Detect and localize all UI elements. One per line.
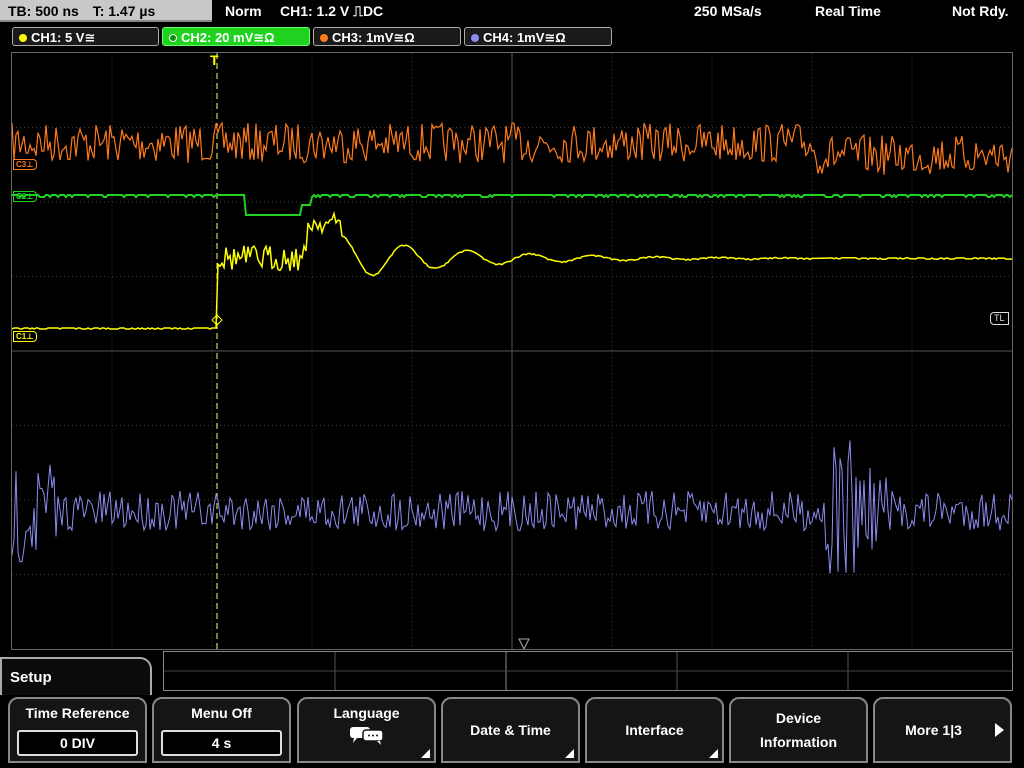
menu-off-value: 4 s (161, 730, 282, 756)
acquisition-mode: Real Time (815, 3, 881, 19)
tab-ch2[interactable]: CH2: 20 mV≅Ω (162, 27, 310, 46)
channel-tabs: CH1: 5 V≅ CH2: 20 mV≅Ω CH3: 1mV≅Ω CH4: 1… (0, 25, 1024, 48)
speech-bubbles-icon (299, 724, 434, 751)
device-information-label: Device Information (760, 710, 837, 750)
date-time-label: Date & Time (470, 722, 551, 738)
interface-button[interactable]: Interface (585, 697, 724, 763)
menu-title: Setup (0, 657, 152, 695)
tab-ch4[interactable]: CH4: 1mV≅Ω (464, 27, 612, 46)
timebase-box[interactable]: TB: 500 ns T: 1.47 µs (0, 0, 212, 22)
ch4-label: CH4: 1mV≅Ω (483, 30, 566, 45)
interface-label: Interface (625, 722, 684, 738)
time-reference-label: Time Reference (25, 705, 130, 721)
ch2-dot-icon (169, 34, 177, 42)
zoom-strip (163, 651, 1013, 691)
grid-center-lines (12, 53, 1012, 649)
waveform-canvas (12, 53, 1012, 649)
tab-ch1[interactable]: CH1: 5 V≅ (12, 27, 159, 46)
ch1-dot-icon (19, 34, 27, 42)
ch4-dot-icon (471, 34, 479, 42)
trigger-level-marker[interactable]: TL (990, 312, 1009, 325)
device-information-button[interactable]: Device Information (729, 697, 868, 763)
sample-rate: 250 MSa/s (694, 3, 762, 19)
menu-off-button[interactable]: Menu Off 4 s (152, 697, 291, 763)
submenu-corner-icon (421, 749, 430, 758)
more-button[interactable]: More 1|3 (873, 697, 1012, 763)
status-bar: TB: 500 ns T: 1.47 µs Norm CH1: 1.2 V ⎍D… (0, 0, 1024, 24)
menu-off-label: Menu Off (191, 705, 252, 721)
ch3-dot-icon (320, 34, 328, 42)
ch3-label: CH3: 1mV≅Ω (332, 30, 415, 45)
date-time-button[interactable]: Date & Time (441, 697, 580, 763)
time-reference-button[interactable]: Time Reference 0 DIV (8, 697, 147, 763)
trigger-setting: CH1: 1.2 V ⎍DC (280, 3, 384, 19)
zoom-strip-grid (164, 652, 1012, 690)
language-button[interactable]: Language (297, 697, 436, 763)
trigger-time-readout: T: 1.47 µs (92, 3, 156, 19)
softkey-bar: Time Reference 0 DIV Menu Off 4 s Langua… (0, 695, 1024, 768)
waveform-display[interactable]: C3⊥ C2⊥ C1⊥ (11, 52, 1013, 650)
submenu-corner-icon (565, 749, 574, 758)
timebase-readout: TB: 500 ns (8, 3, 79, 19)
trigger-mode: Norm (225, 3, 262, 19)
trigger-position-marker[interactable]: T (210, 52, 219, 68)
ch1-offset-marker[interactable]: C1⊥ (13, 331, 37, 342)
language-label: Language (333, 705, 400, 721)
time-reference-value: 0 DIV (17, 730, 138, 756)
submenu-corner-icon (709, 749, 718, 758)
ready-state: Not Rdy. (952, 3, 1009, 19)
more-label: More 1|3 (905, 722, 962, 738)
ch3-offset-marker[interactable]: C3⊥ (13, 159, 37, 170)
ch2-label: CH2: 20 mV≅Ω (181, 30, 275, 45)
horizontal-position-marker-icon (518, 638, 530, 649)
tab-ch3[interactable]: CH3: 1mV≅Ω (313, 27, 461, 46)
ch2-offset-marker[interactable]: C2⊥ (13, 191, 37, 202)
ch1-label: CH1: 5 V≅ (31, 30, 96, 45)
right-arrow-icon (995, 723, 1004, 737)
